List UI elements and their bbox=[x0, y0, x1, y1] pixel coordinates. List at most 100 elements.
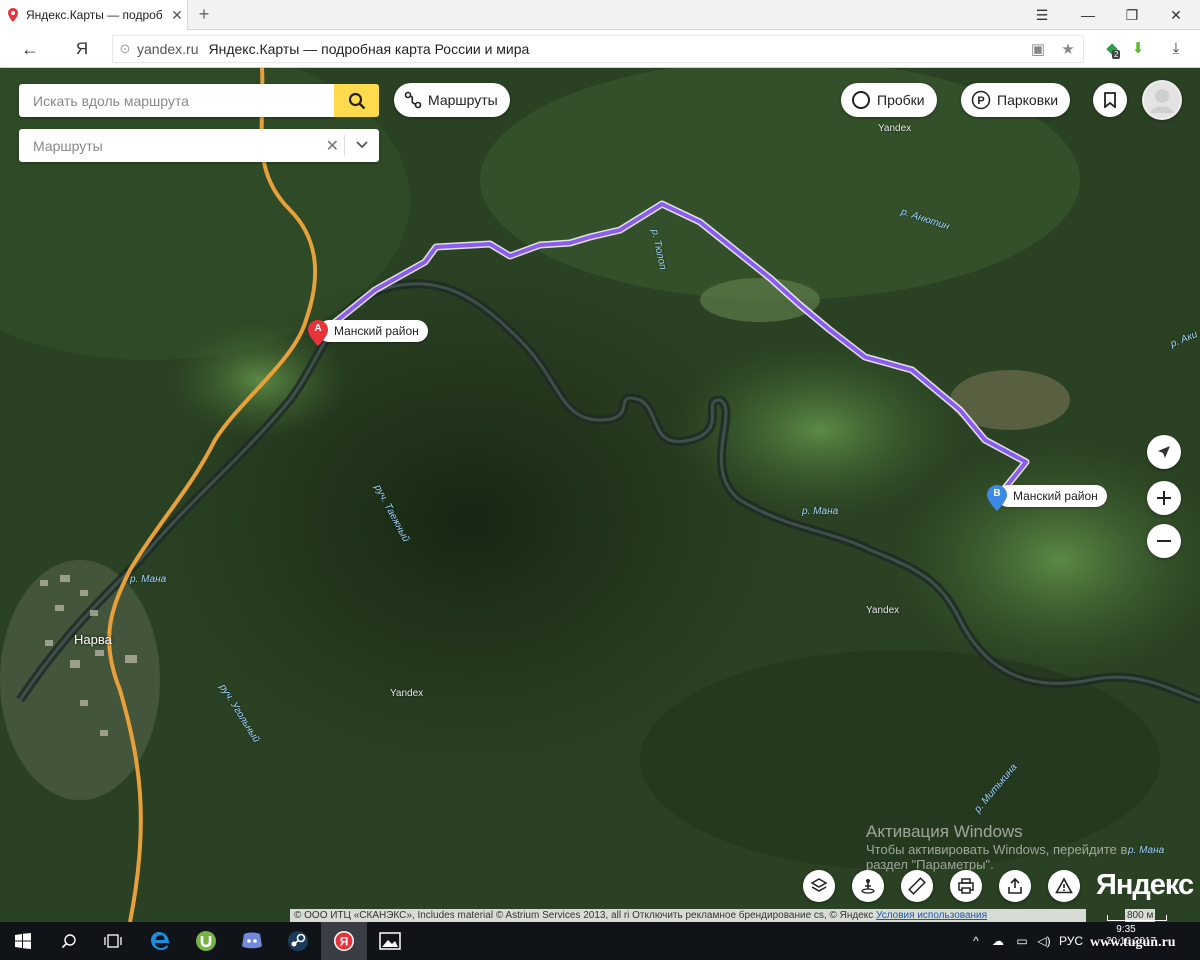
tray-expand-icon[interactable]: ^ bbox=[966, 922, 986, 960]
avatar[interactable] bbox=[1142, 80, 1182, 120]
ruler-icon bbox=[908, 877, 926, 895]
divider bbox=[344, 135, 345, 156]
bookmark-icon bbox=[1104, 92, 1116, 108]
chevron-down-icon[interactable] bbox=[355, 137, 369, 151]
route-icon bbox=[404, 91, 422, 109]
route-select[interactable]: Маршруты ✕ bbox=[19, 129, 379, 162]
panorama-person-icon bbox=[861, 879, 875, 894]
bookmarks-button[interactable] bbox=[1093, 83, 1127, 117]
share-icon bbox=[1008, 877, 1022, 894]
zoom-out-button[interactable] bbox=[1147, 524, 1181, 558]
ruler-button[interactable] bbox=[901, 870, 933, 902]
back-button[interactable]: ← bbox=[16, 38, 44, 60]
zoom-in-button[interactable] bbox=[1147, 481, 1181, 515]
utorrent-taskbar-icon[interactable] bbox=[183, 922, 229, 960]
minimize-button[interactable]: — bbox=[1066, 0, 1110, 30]
url-domain: yandex.ru bbox=[137, 41, 199, 57]
copyright-text: © ООО ИТЦ «СКАНЭКС», Includes material ©… bbox=[294, 910, 630, 921]
route-select-placeholder: Маршруты bbox=[33, 138, 103, 154]
new-tab-button[interactable]: + bbox=[194, 5, 214, 25]
panorama-button[interactable] bbox=[852, 870, 884, 902]
photos-taskbar-icon[interactable] bbox=[367, 922, 413, 960]
downloads-icon[interactable]: ⤓ bbox=[1164, 38, 1188, 60]
river-label: р. Мана bbox=[802, 506, 839, 517]
volume-icon[interactable]: ◁) bbox=[1034, 922, 1054, 960]
url-page-title: Яндекс.Карты — подробная карта России и … bbox=[208, 41, 530, 57]
yandex-home-button[interactable]: Я bbox=[70, 37, 94, 61]
marker-b-label: Манский район bbox=[997, 485, 1107, 507]
copyright-text-2: cs, © Яндекс bbox=[813, 910, 874, 921]
secure-icon[interactable]: ⊙ bbox=[113, 41, 137, 57]
edge-taskbar-icon[interactable] bbox=[137, 922, 183, 960]
search-button[interactable] bbox=[334, 84, 379, 117]
share-button[interactable] bbox=[999, 870, 1031, 902]
traffic-icon bbox=[852, 91, 870, 109]
task-view-icon bbox=[104, 934, 122, 948]
print-button[interactable] bbox=[950, 870, 982, 902]
search-input[interactable]: Искать вдоль маршрута bbox=[19, 84, 334, 117]
yandex-browser-taskbar-icon[interactable]: Я bbox=[321, 922, 367, 960]
ad-off-link[interactable]: Отключить рекламное брендирование bbox=[632, 910, 811, 921]
yandex-browser-icon: Я bbox=[334, 931, 354, 951]
activation-title: Активация Windows bbox=[866, 822, 1023, 841]
parking-button[interactable]: P Парковки bbox=[961, 83, 1071, 117]
search-icon bbox=[348, 92, 365, 109]
parking-button-label: Парковки bbox=[997, 92, 1059, 108]
my-location-button[interactable] bbox=[1147, 435, 1181, 469]
windows-activation-notice: Активация Windows Чтобы активировать Win… bbox=[866, 822, 1127, 872]
activation-line2: раздел "Параметры". bbox=[866, 857, 994, 872]
scale-label: 800 м bbox=[1125, 909, 1156, 922]
bookmark-star-icon[interactable]: ★ bbox=[1053, 40, 1083, 58]
onedrive-icon[interactable]: ☁ bbox=[988, 922, 1008, 960]
task-view-button[interactable] bbox=[90, 922, 136, 960]
river-label: р. Мана bbox=[1128, 845, 1165, 856]
tab-close-icon[interactable]: ✕ bbox=[167, 7, 187, 24]
tab-title: Яндекс.Карты — подроб bbox=[26, 8, 163, 22]
network-icon[interactable]: ▭ bbox=[1012, 922, 1032, 960]
yandex-logo[interactable]: Яндекс bbox=[1096, 869, 1194, 902]
tab-yandex-maps[interactable]: Яндекс.Карты — подроб ✕ bbox=[0, 0, 188, 30]
search-taskbar-button[interactable] bbox=[46, 922, 92, 960]
reader-mode-icon[interactable]: ▣ bbox=[1023, 40, 1053, 58]
yandex-watermark: Yandex bbox=[878, 123, 912, 134]
close-window-button[interactable]: ✕ bbox=[1154, 0, 1198, 30]
minus-icon bbox=[1157, 540, 1171, 542]
traffic-button[interactable]: Пробки bbox=[841, 83, 937, 117]
url-field[interactable]: ⊙ yandex.ru Яндекс.Карты — подробная кар… bbox=[112, 35, 1084, 63]
steam-icon bbox=[288, 931, 308, 951]
tab-bar: Яндекс.Карты — подроб ✕ + ☰ — ❐ ✕ bbox=[0, 0, 1200, 30]
download-extension-icon[interactable]: ⬇ bbox=[1126, 38, 1150, 60]
discord-icon bbox=[242, 932, 262, 949]
utorrent-icon bbox=[196, 931, 216, 951]
language-indicator[interactable]: РУС bbox=[1056, 922, 1086, 960]
plus-icon bbox=[1157, 491, 1171, 505]
layers-button[interactable] bbox=[803, 870, 835, 902]
discord-taskbar-icon[interactable] bbox=[229, 922, 275, 960]
report-error-button[interactable] bbox=[1048, 870, 1080, 902]
menu-icon[interactable]: ☰ bbox=[1020, 0, 1064, 30]
search-icon bbox=[61, 934, 76, 949]
routes-button[interactable]: Маршруты bbox=[394, 83, 510, 117]
route-end-marker[interactable]: B Манский район bbox=[987, 485, 1107, 511]
yandex-watermark: Yandex bbox=[390, 688, 424, 699]
terms-link[interactable]: Условия использования bbox=[876, 910, 987, 921]
traffic-button-label: Пробки bbox=[877, 92, 925, 108]
taskbar: Я ^ ☁ ▭ ◁) РУС bbox=[0, 922, 1200, 960]
marker-b-letter: B bbox=[993, 488, 1001, 499]
edge-icon bbox=[151, 932, 169, 950]
extension-badge: 2 bbox=[1112, 50, 1121, 59]
warning-icon bbox=[1055, 877, 1073, 894]
start-button[interactable] bbox=[0, 922, 46, 960]
svg-text:Я: Я bbox=[340, 935, 349, 949]
routes-button-label: Маршруты bbox=[428, 92, 498, 108]
image-icon bbox=[379, 932, 401, 950]
map-view[interactable]: Yandex Yandex Yandex р. Анютин р. Тюлоп … bbox=[0, 68, 1200, 922]
river-label: р. Мана bbox=[130, 574, 167, 585]
parking-icon: P bbox=[971, 90, 991, 110]
clear-icon[interactable]: ✕ bbox=[326, 136, 339, 156]
maximize-button[interactable]: ❐ bbox=[1110, 0, 1154, 30]
marker-a-letter: A bbox=[314, 323, 322, 334]
yandex-maps-favicon-icon bbox=[8, 8, 18, 22]
route-start-marker[interactable]: A Манский район bbox=[308, 320, 428, 346]
steam-taskbar-icon[interactable] bbox=[275, 922, 321, 960]
